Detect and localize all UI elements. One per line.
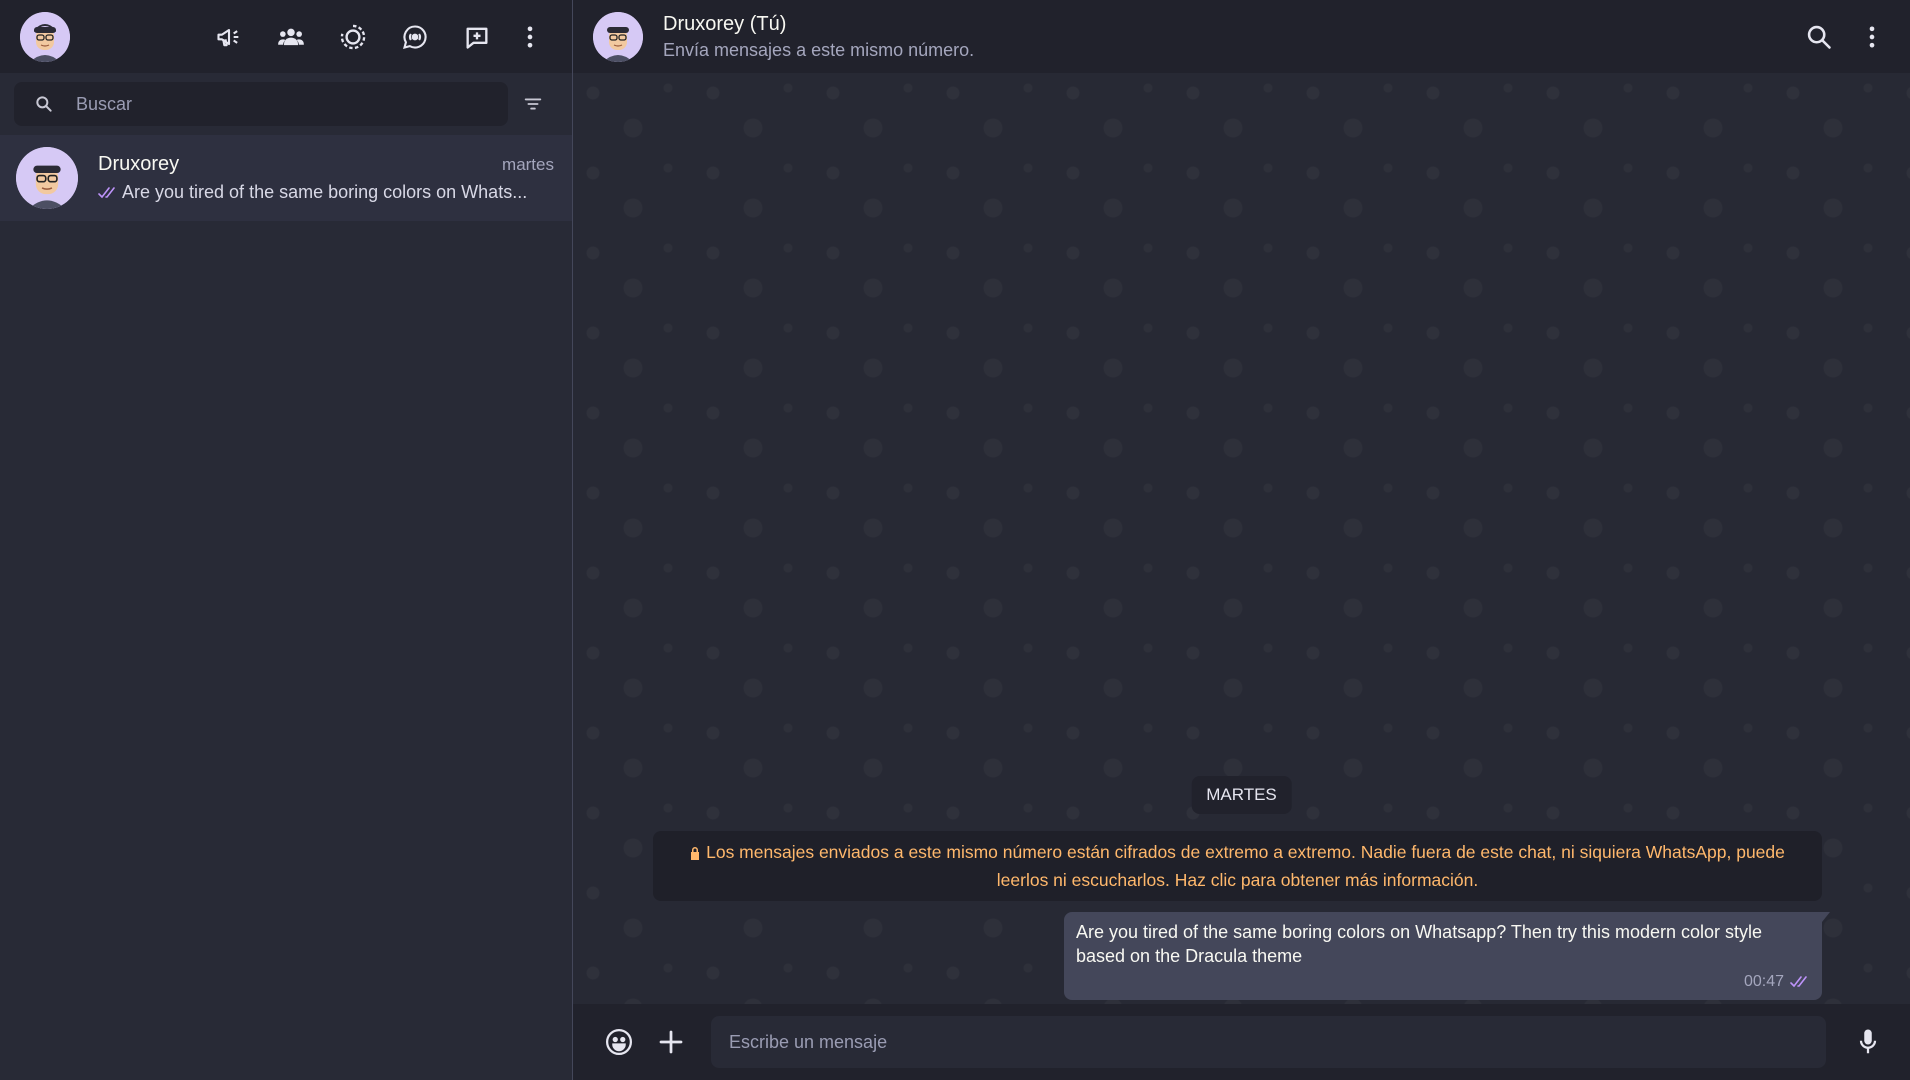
read-receipt-icon: [1790, 975, 1810, 989]
search-input[interactable]: [74, 92, 508, 116]
new-chat-icon[interactable]: [446, 12, 508, 62]
microphone-icon[interactable]: [1842, 1017, 1894, 1067]
message-input[interactable]: [711, 1016, 1826, 1068]
date-divider: MARTES: [1191, 776, 1292, 814]
channels-chat-icon[interactable]: [384, 12, 446, 62]
contact-name: Druxorey (Tú): [663, 12, 787, 35]
chat-preview: Are you tired of the same boring colors …: [122, 182, 528, 202]
chat-menu-kebab-icon[interactable]: [1850, 12, 1894, 62]
channels-megaphone-icon[interactable]: [198, 12, 260, 62]
search-box: [14, 82, 508, 126]
chat-info: Druxorey martes Are you tired of the sam…: [98, 153, 554, 203]
chat-avatar: [16, 147, 78, 209]
conversation-panel: Druxorey (Tú) Envía mensajes a este mism…: [573, 0, 1910, 1080]
filter-icon[interactable]: [508, 82, 558, 126]
message-text: Are you tired of the same boring colors …: [1076, 922, 1763, 966]
sidebar-header: [0, 0, 572, 73]
search-icon[interactable]: [14, 94, 74, 114]
menu-kebab-icon[interactable]: [508, 12, 552, 62]
encryption-notice-text: Los mensajes enviados a este mismo númer…: [706, 842, 1785, 890]
attach-plus-icon[interactable]: [645, 1017, 697, 1067]
lock-icon: [690, 841, 700, 867]
encryption-notice[interactable]: Los mensajes enviados a este mismo númer…: [653, 831, 1822, 901]
double-check-icon: [98, 186, 118, 200]
emoji-icon[interactable]: [593, 1017, 645, 1067]
chat-name: Druxorey: [98, 153, 180, 175]
status-icon[interactable]: [322, 12, 384, 62]
chat-list-item[interactable]: Druxorey martes Are you tired of the sam…: [0, 135, 572, 221]
message-time: 00:47: [1743, 973, 1784, 990]
contact-subtitle: Envía mensajes a este mismo número.: [663, 39, 975, 60]
chat-time: martes: [502, 155, 554, 174]
message-area[interactable]: MARTES Los mensajes enviados a este mism…: [573, 73, 1910, 1004]
outgoing-message[interactable]: Are you tired of the same boring colors …: [1064, 912, 1830, 1000]
whatsapp-app: Druxorey martes Are you tired of the sam…: [0, 0, 1910, 1080]
composer: [573, 1004, 1910, 1080]
communities-icon[interactable]: [260, 12, 322, 62]
conversation-header: Druxorey (Tú) Envía mensajes a este mism…: [573, 0, 1910, 73]
sidebar: Druxorey martes Are you tired of the sam…: [0, 0, 573, 1080]
profile-avatar[interactable]: [20, 11, 70, 62]
contact-info[interactable]: Druxorey (Tú) Envía mensajes a este mism…: [663, 13, 974, 61]
search-row: [0, 73, 572, 135]
contact-avatar[interactable]: [593, 11, 643, 62]
search-messages-icon[interactable]: [1788, 12, 1850, 62]
